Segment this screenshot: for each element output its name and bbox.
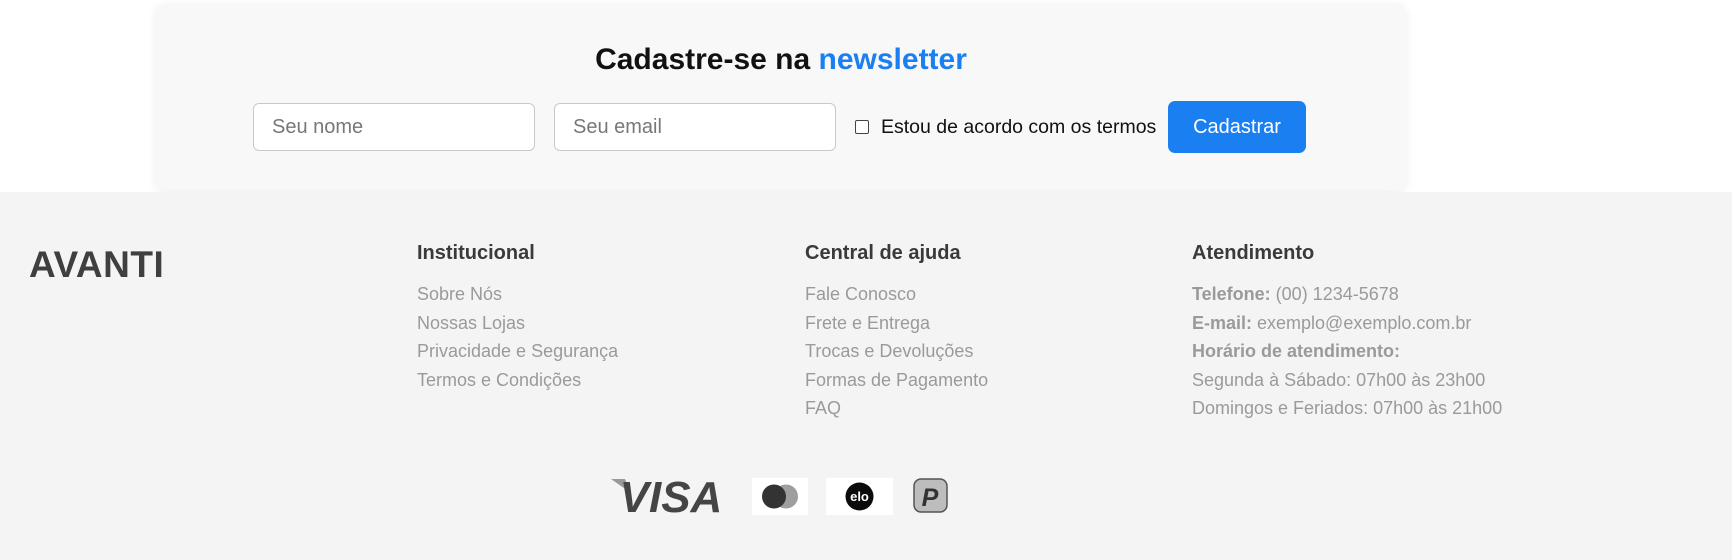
column-title-atendimento: Atendimento [1192, 242, 1315, 264]
phone-line: Telefone: (00) 1234-5678 [1192, 280, 1502, 309]
visa-icon: VISA [611, 475, 723, 515]
column-title-institucional: Institucional [417, 242, 535, 264]
elo-text: elo [850, 489, 869, 504]
paypal-icon: P [913, 478, 948, 513]
visa-text: VISA [620, 475, 723, 515]
link-privacidade[interactable]: Privacidade e Segurança [417, 341, 618, 361]
elo-icon: elo [826, 478, 893, 515]
column-title-ajuda: Central de ajuda [805, 242, 961, 264]
institucional-links: Sobre Nós Nossas Lojas Privacidade e Seg… [417, 280, 618, 394]
mastercard-icon [752, 478, 808, 515]
email-label: E-mail: [1192, 312, 1253, 333]
list-item: Trocas e Devoluções [805, 337, 988, 366]
hours-weekend: Domingos e Feriados: 07h00 às 21h00 [1192, 398, 1503, 418]
email-line: E-mail: exemplo@exemplo.com.br [1192, 309, 1502, 338]
terms-agreement[interactable]: Estou de acordo com os termos [855, 103, 1156, 151]
email-value: exemplo@exemplo.com.br [1252, 312, 1472, 333]
list-item: Frete e Entrega [805, 309, 988, 338]
newsletter-title-highlight: newsletter [818, 43, 967, 76]
newsletter-title: Cadastre-se na newsletter [156, 42, 1406, 78]
page: Cadastre-se na newsletter Estou de acord… [0, 0, 1732, 560]
hours-label: Horário de atendimento: [1192, 341, 1401, 361]
link-frete-entrega[interactable]: Frete e Entrega [805, 313, 930, 333]
paypal-text: P [922, 484, 939, 512]
list-item: Formas de Pagamento [805, 366, 988, 395]
brand-logo[interactable]: AVANTI [29, 244, 164, 286]
terms-label: Estou de acordo com os termos [881, 115, 1157, 138]
list-item: Termos e Condições [417, 366, 618, 395]
hours-label-line: Horário de atendimento: [1192, 337, 1502, 366]
link-fale-conosco[interactable]: Fale Conosco [805, 284, 916, 304]
link-nossas-lojas[interactable]: Nossas Lojas [417, 313, 525, 333]
subscribe-button[interactable]: Cadastrar [1168, 101, 1306, 153]
atendimento-info: Telefone: (00) 1234-5678 E-mail: exemplo… [1192, 280, 1502, 423]
phone-label: Telefone: [1192, 284, 1271, 304]
list-item: Nossas Lojas [417, 309, 618, 338]
footer-column-atendimento: Atendimento Telefone: (00) 1234-5678 E-m… [1192, 241, 1502, 423]
email-input[interactable] [554, 103, 836, 151]
name-input[interactable] [253, 103, 535, 151]
link-formas-pagamento[interactable]: Formas de Pagamento [805, 370, 988, 390]
ajuda-links: Fale Conosco Frete e Entrega Trocas e De… [805, 280, 988, 423]
link-termos[interactable]: Termos e Condições [417, 370, 581, 390]
link-trocas-devolucoes[interactable]: Trocas e Devoluções [805, 341, 973, 361]
link-sobre-nos[interactable]: Sobre Nós [417, 284, 502, 304]
link-faq[interactable]: FAQ [805, 398, 841, 418]
list-item: Privacidade e Segurança [417, 337, 618, 366]
list-item: FAQ [805, 394, 988, 423]
footer-column-ajuda: Central de ajuda Fale Conosco Frete e En… [805, 241, 988, 423]
list-item: Fale Conosco [805, 280, 988, 309]
terms-checkbox[interactable] [855, 120, 869, 134]
newsletter-title-prefix: Cadastre-se na [595, 43, 819, 76]
footer-column-institucional: Institucional Sobre Nós Nossas Lojas Pri… [417, 241, 618, 394]
newsletter-section: Cadastre-se na newsletter Estou de acord… [156, 4, 1406, 190]
list-item: Sobre Nós [417, 280, 618, 309]
footer: AVANTI Institucional Sobre Nós Nossas Lo… [0, 192, 1732, 560]
hours-weekday: Segunda à Sábado: 07h00 às 23h00 [1192, 369, 1486, 390]
phone-value: (00) 1234-5678 [1270, 284, 1399, 304]
